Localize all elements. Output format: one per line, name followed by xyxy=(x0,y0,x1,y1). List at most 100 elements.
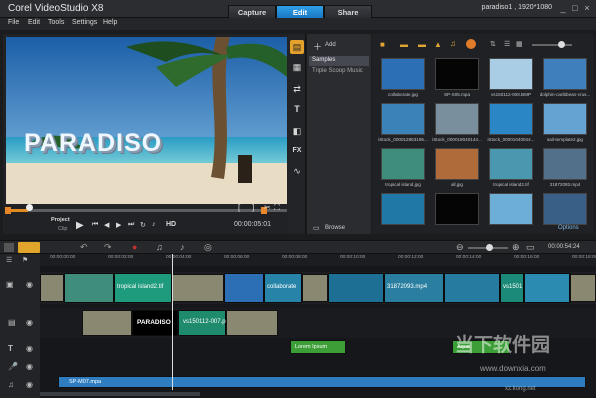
transition-icon[interactable]: ⇄ xyxy=(290,82,304,96)
title-icon[interactable]: T xyxy=(290,102,304,116)
split-clip-icon[interactable]: ✂ xyxy=(264,203,271,212)
overlay-transition[interactable] xyxy=(226,310,278,336)
voice-track-toggle[interactable]: ◉ xyxy=(26,362,33,371)
folder-samples[interactable]: Samples xyxy=(312,57,335,63)
repeat-icon[interactable]: ↻ xyxy=(140,221,146,229)
time-ruler[interactable]: 00:00:00:00 00:00:02:00 00:00:04:00 00:00:0… xyxy=(40,254,596,266)
storyboard-view-icon[interactable] xyxy=(4,243,14,252)
library-thumbnail[interactable] xyxy=(381,58,425,90)
folder-icon[interactable]: ▬ xyxy=(400,40,408,49)
thumb-size-slider[interactable] xyxy=(532,44,572,46)
trim-start-marker[interactable] xyxy=(5,207,11,214)
end-icon[interactable]: ⏭ xyxy=(128,221,134,229)
list-view-icon[interactable]: ☰ xyxy=(504,40,510,48)
video-clip[interactable]: 31872093.mp4 xyxy=(384,273,444,303)
audio-filter-icon[interactable]: ♫ xyxy=(450,39,456,48)
library-thumbnail[interactable] xyxy=(381,148,425,180)
thumb-size-handle[interactable] xyxy=(558,41,565,48)
voice-track-icon[interactable]: 🎤 xyxy=(8,362,18,371)
video-clip-thumb[interactable] xyxy=(328,273,384,303)
library-thumbnail[interactable] xyxy=(489,193,533,225)
video-clip-island-thumb[interactable] xyxy=(64,273,114,303)
menu-help[interactable]: Help xyxy=(103,19,117,26)
library-thumbnail[interactable] xyxy=(435,193,479,225)
transition-clip[interactable] xyxy=(40,274,64,302)
music-track-toggle[interactable]: ◉ xyxy=(26,380,33,389)
library-thumbnail[interactable] xyxy=(381,103,425,135)
zoom-handle[interactable] xyxy=(486,244,493,251)
video-track-icon[interactable]: ▣ xyxy=(6,280,14,289)
prev-frame-icon[interactable]: ◀ xyxy=(104,221,109,229)
library-thumbnail[interactable] xyxy=(543,103,587,135)
import-icon[interactable]: ■ xyxy=(380,40,385,49)
overlay-track-toggle[interactable]: ◉ xyxy=(26,318,33,327)
video-clip-thumb[interactable] xyxy=(444,273,500,303)
scrubber-bar[interactable] xyxy=(5,204,287,214)
photo-filter-icon[interactable]: ▲ xyxy=(434,40,442,49)
motion-tracking-icon[interactable]: ◎ xyxy=(204,242,212,253)
library-thumbnail[interactable] xyxy=(543,193,587,225)
video-clip[interactable]: collaborate xyxy=(264,273,302,303)
video-clip-thumb[interactable] xyxy=(224,273,264,303)
minimize-icon[interactable]: _ xyxy=(558,3,568,13)
options-button[interactable]: Options xyxy=(558,225,579,231)
overlay-transition[interactable] xyxy=(82,310,132,336)
title-track-toggle[interactable]: ◉ xyxy=(26,344,33,353)
video-filter-icon[interactable]: ▬ xyxy=(418,40,426,49)
library-thumbnail[interactable] xyxy=(543,58,587,90)
chapter-icon[interactable]: ⚑ xyxy=(22,256,28,264)
library-thumbnail[interactable] xyxy=(489,103,533,135)
browse-label[interactable]: Browse xyxy=(325,225,345,231)
folder-triple-scoop[interactable]: Triple Scoop Music xyxy=(312,68,363,74)
music-track-icon[interactable]: ♫ xyxy=(8,380,14,389)
menu-settings[interactable]: Settings xyxy=(72,19,97,26)
video-clip[interactable]: vs1501 xyxy=(500,273,524,303)
close-icon[interactable]: × xyxy=(582,3,592,13)
title-clip[interactable]: Lorem Ipsum xyxy=(290,340,346,354)
library-thumbnail[interactable] xyxy=(435,103,479,135)
transition-clip[interactable] xyxy=(172,274,224,302)
mark-out-icon[interactable]: ] xyxy=(252,203,254,212)
sort-icon[interactable]: ⇅ xyxy=(490,40,496,48)
timeline-view-icon[interactable] xyxy=(18,242,40,253)
home-icon[interactable]: ⏮ xyxy=(92,221,98,229)
instant-project-icon[interactable]: ▦ xyxy=(290,60,304,74)
play-icon[interactable]: ▶ xyxy=(76,220,84,231)
path-icon[interactable]: ∿ xyxy=(290,164,304,178)
overlay-clip[interactable]: vs150112-007.pn xyxy=(178,310,229,336)
sound-mixer-icon[interactable]: ♫ xyxy=(156,242,163,252)
filter-icon[interactable]: FX xyxy=(290,144,304,158)
grid-view-icon[interactable]: ▦ xyxy=(516,40,523,48)
mark-in-icon[interactable]: [ xyxy=(238,203,240,212)
menu-file[interactable]: File xyxy=(8,19,19,26)
menu-tools[interactable]: Tools xyxy=(48,19,64,26)
overlay-track-icon[interactable]: ▤ xyxy=(8,318,16,327)
undo-icon[interactable]: ↶ xyxy=(80,242,88,253)
mode-clip[interactable]: Clip xyxy=(58,226,67,232)
stop-icon[interactable] xyxy=(466,39,476,49)
media-library-icon[interactable]: ▤ xyxy=(290,40,304,54)
enlarge-preview-icon[interactable]: ⛶ xyxy=(274,203,280,213)
hd-toggle[interactable]: HD xyxy=(166,221,176,228)
tab-share[interactable]: Share xyxy=(324,5,372,18)
tab-capture[interactable]: Capture xyxy=(228,5,276,18)
video-clip-thumb[interactable] xyxy=(524,273,570,303)
library-thumbnail[interactable] xyxy=(489,148,533,180)
volume-icon[interactable]: ♪ xyxy=(152,221,156,228)
transition-clip[interactable] xyxy=(302,274,328,302)
add-folder-label[interactable]: Add xyxy=(325,42,336,48)
record-capture-icon[interactable]: ● xyxy=(132,242,137,252)
scrubber-handle[interactable] xyxy=(26,204,33,211)
menu-edit[interactable]: Edit xyxy=(28,19,40,26)
transition-clip[interactable] xyxy=(570,274,596,302)
mode-project[interactable]: Project xyxy=(51,217,70,223)
library-thumbnail[interactable] xyxy=(381,193,425,225)
graphic-icon[interactable]: ◧ xyxy=(290,124,304,138)
tab-edit[interactable]: Edit xyxy=(276,5,324,18)
maximize-icon[interactable]: □ xyxy=(570,3,580,13)
library-thumbnail[interactable] xyxy=(435,58,479,90)
library-thumbnail[interactable] xyxy=(543,148,587,180)
add-folder-icon[interactable]: ＋ xyxy=(313,40,322,53)
timecode[interactable]: 00:00:05:01 xyxy=(234,221,271,228)
title-track-icon[interactable]: T xyxy=(8,344,13,353)
